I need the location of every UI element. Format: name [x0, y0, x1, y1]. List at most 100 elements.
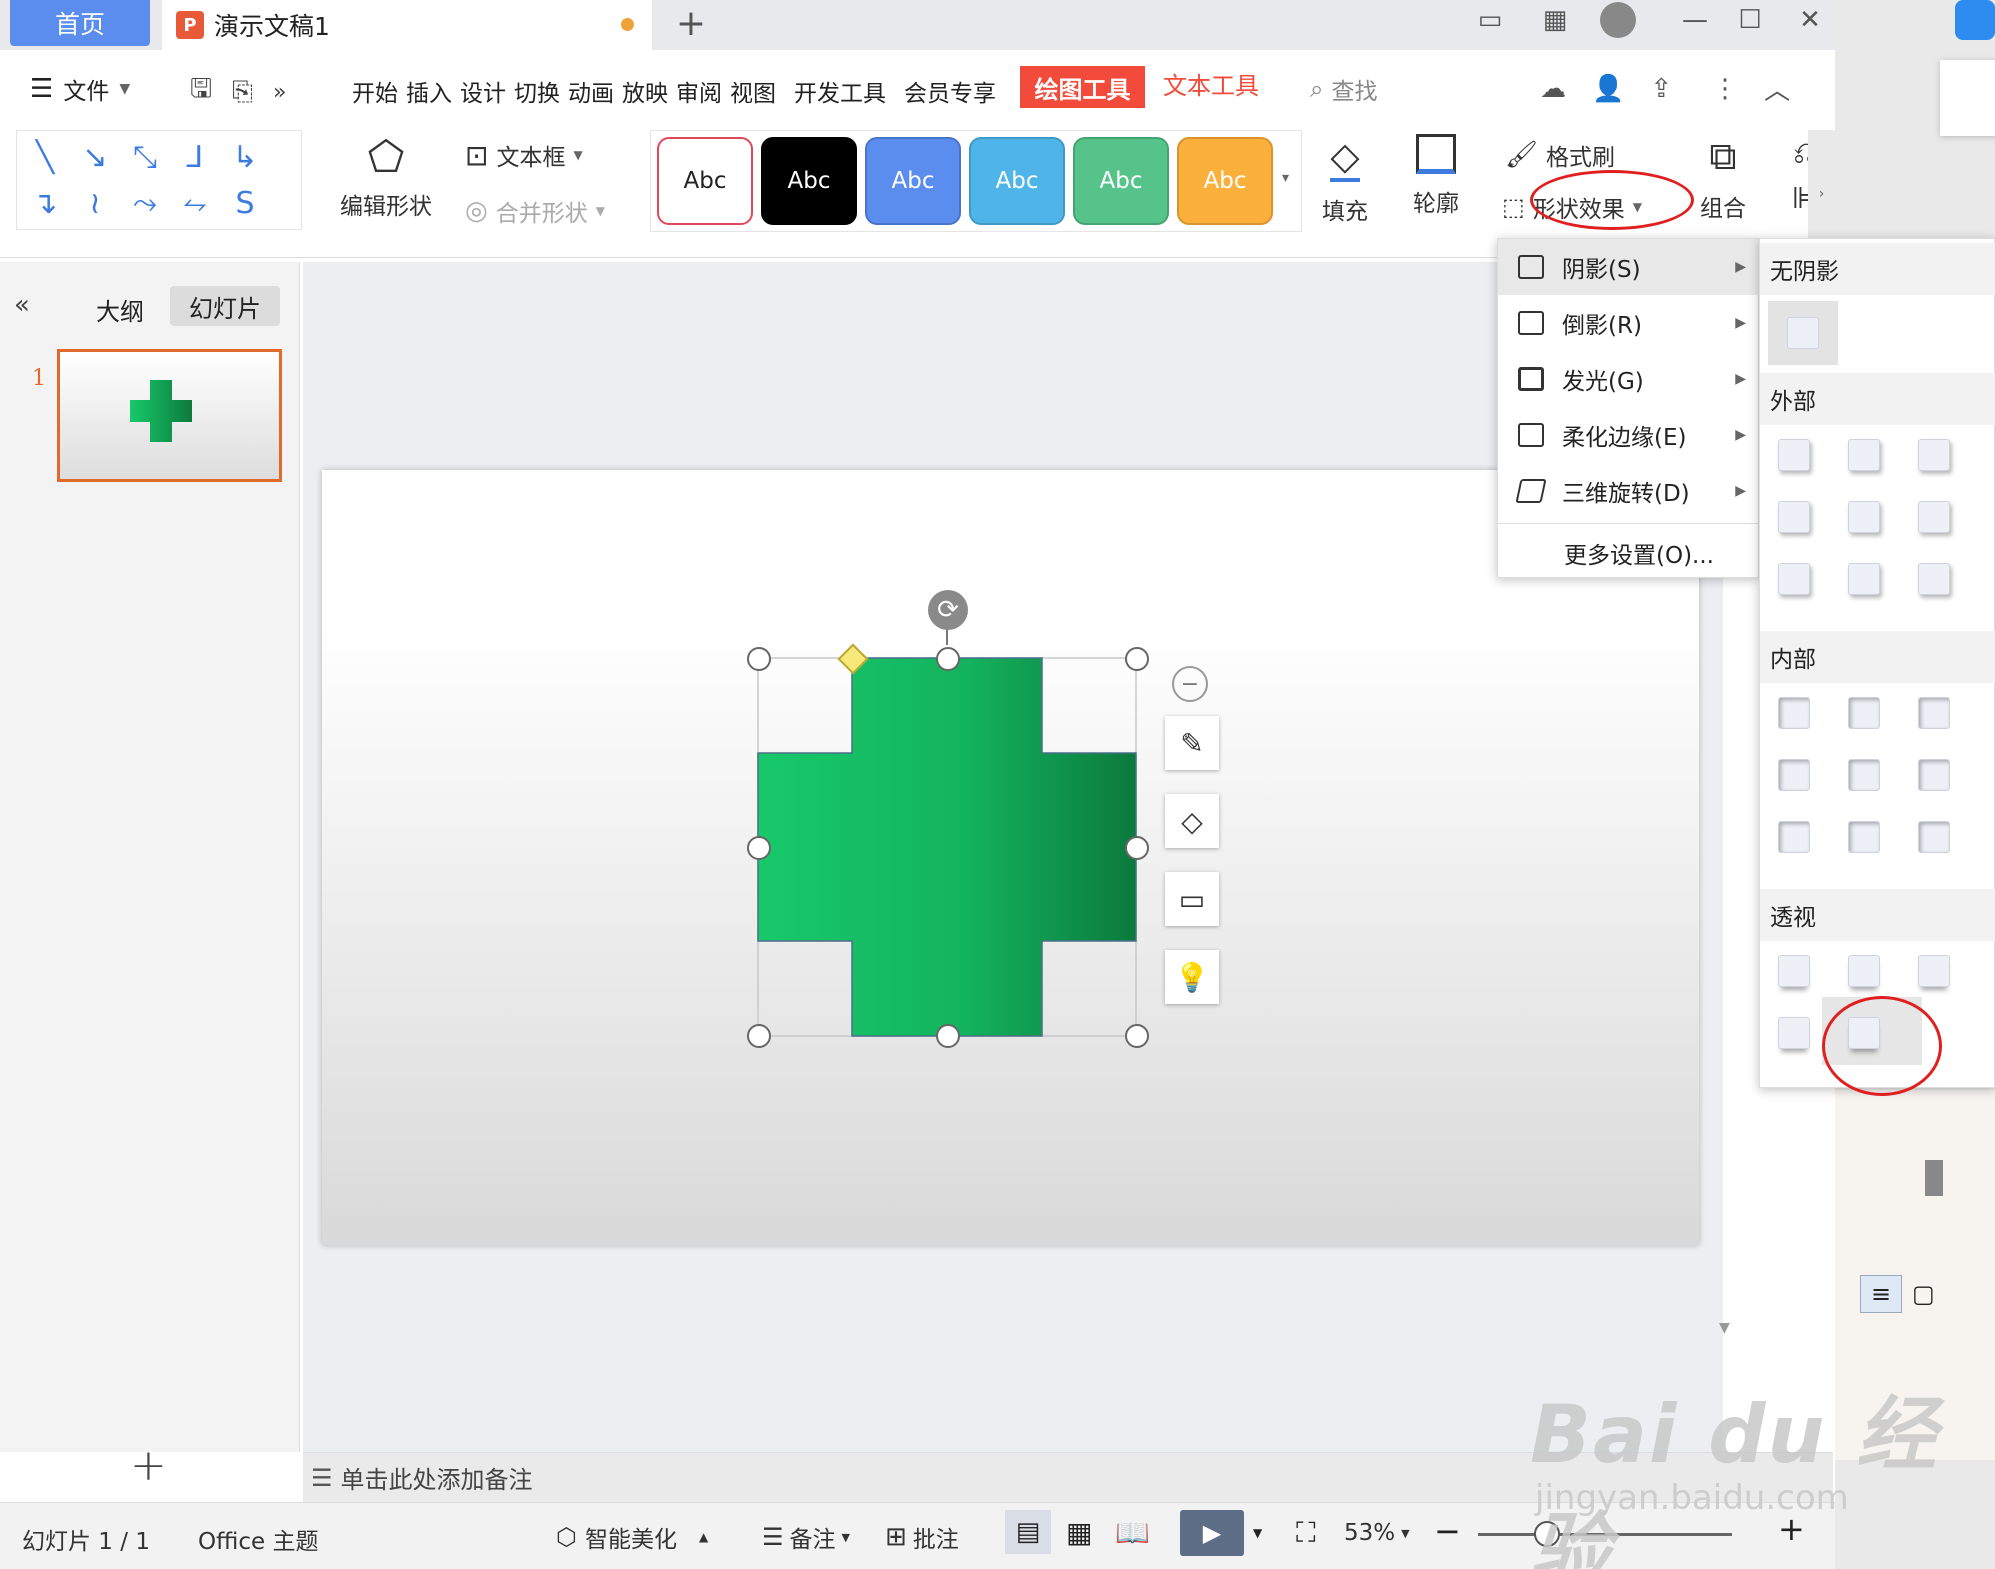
scroll-down-icon[interactable]: ▼	[1719, 1320, 1730, 1336]
line-icon[interactable]: ╲	[25, 137, 65, 177]
cloud-icon[interactable]: ☁	[1540, 74, 1566, 104]
comment-button[interactable]: ⊞ 批注	[885, 1520, 959, 1554]
play-options-chevron-icon[interactable]: ▼	[1253, 1526, 1262, 1540]
shadow-option[interactable]	[1848, 821, 1880, 853]
menu-item-glow[interactable]: 发光(G) ▶	[1498, 351, 1760, 407]
home-tab[interactable]: 首页	[10, 0, 150, 46]
slide-thumbnail[interactable]	[57, 349, 282, 482]
menu-review[interactable]: 审阅	[676, 74, 722, 108]
resize-handle-right[interactable]	[1125, 836, 1149, 860]
shape-style-sample[interactable]: Abc	[1073, 137, 1169, 225]
elbow-double-arrow-icon[interactable]: ↴	[25, 183, 65, 223]
collapse-panel-icon[interactable]: «	[14, 290, 30, 320]
shadow-option[interactable]	[1918, 759, 1950, 791]
more-chevron-icon[interactable]: »	[273, 80, 286, 105]
avatar[interactable]	[1600, 2, 1636, 38]
tab-text-tools[interactable]: 文本工具	[1163, 66, 1259, 101]
vertical-scrollbar[interactable]	[1710, 560, 1734, 1340]
share-icon[interactable]: ⇪	[1650, 74, 1672, 104]
sorter-view-icon[interactable]: ▦	[1066, 1516, 1092, 1549]
menu-item-reflection[interactable]: 倒影(R) ▶	[1498, 295, 1760, 351]
menu-animation[interactable]: 动画	[568, 74, 614, 108]
quick-idea-button[interactable]: 💡	[1165, 950, 1219, 1004]
double-arrow-line-icon[interactable]: ⤡	[125, 137, 165, 177]
shadow-option[interactable]	[1918, 955, 1950, 987]
menu-item-shadow[interactable]: 阴影(S) ▶	[1498, 239, 1760, 295]
menu-member[interactable]: 会员专享	[904, 74, 996, 108]
smart-beautify-button[interactable]: ⬡ 智能美化 ▲	[556, 1520, 708, 1554]
tab-outline[interactable]: 大纲	[96, 292, 144, 327]
export-icon[interactable]: ⎘	[232, 77, 253, 108]
share-user-icon[interactable]: 👤	[1592, 74, 1624, 104]
elbow-connector-icon[interactable]: ⅃	[175, 137, 215, 177]
minimize-icon[interactable]: —	[1675, 0, 1715, 40]
shadow-option[interactable]	[1918, 697, 1950, 729]
shadow-option[interactable]	[1778, 501, 1810, 533]
arrow-line-icon[interactable]: ↘	[75, 137, 115, 177]
outline-button[interactable]: 轮廓	[1413, 134, 1459, 218]
menu-design[interactable]: 设计	[460, 74, 506, 108]
format-painter-button[interactable]: 🖌 格式刷	[1505, 138, 1615, 172]
menu-home[interactable]: 开始	[352, 74, 398, 108]
collapse-ribbon-icon[interactable]: ︿	[1764, 70, 1790, 107]
zoom-out-icon[interactable]: −	[1434, 1512, 1461, 1550]
new-tab-button[interactable]: +	[670, 2, 712, 44]
shadow-option[interactable]	[1918, 563, 1950, 595]
rotate-handle-icon[interactable]: ⟳	[928, 590, 968, 630]
shadow-option[interactable]	[1918, 821, 1950, 853]
curve-arrow-icon[interactable]: ⤳	[125, 183, 165, 223]
resize-handle-bottom-left[interactable]	[747, 1024, 771, 1048]
edit-shape-button[interactable]: ⬠ 编辑形状	[326, 132, 446, 221]
shadow-option[interactable]	[1778, 821, 1810, 853]
curve-connector-icon[interactable]: ≀	[75, 183, 115, 223]
zoom-level[interactable]: 53% ▼	[1344, 1520, 1410, 1546]
menu-item-more-settings[interactable]: 更多设置(O)...	[1498, 525, 1760, 581]
menu-slideshow[interactable]: 放映	[622, 74, 668, 108]
shadow-option[interactable]	[1778, 1017, 1810, 1049]
close-icon[interactable]: ✕	[1790, 0, 1830, 40]
shadow-option[interactable]	[1848, 759, 1880, 791]
menu-insert[interactable]: 插入	[406, 74, 452, 108]
shadow-option[interactable]	[1778, 697, 1810, 729]
theme-name[interactable]: Office 主题	[198, 1522, 318, 1556]
add-slide-button[interactable]: +	[130, 1440, 167, 1491]
single-view-icon[interactable]: ▢	[1912, 1280, 1935, 1308]
shape-style-sample[interactable]: Abc	[865, 137, 961, 225]
group-button[interactable]: ⧉ 组合	[1700, 134, 1746, 223]
menu-item-3d-rotation[interactable]: 三维旋转(D) ▶	[1498, 463, 1760, 519]
collapse-float-toolbar-icon[interactable]: −	[1172, 666, 1208, 702]
file-menu[interactable]: ☰ 文件 ▼	[30, 72, 130, 106]
tab-slides[interactable]: 幻灯片	[170, 286, 280, 326]
quick-outline-button[interactable]: ▭	[1165, 872, 1219, 926]
normal-view-icon[interactable]: ▤	[1005, 1510, 1051, 1554]
shape-style-sample[interactable]: Abc	[969, 137, 1065, 225]
notes-button[interactable]: ☰ 备注 ▼	[762, 1520, 850, 1554]
shadow-option[interactable]	[1848, 563, 1880, 595]
merge-shapes-button[interactable]: ◎ 合并形状 ▼	[465, 194, 605, 228]
quick-style-button[interactable]: ✎	[1165, 716, 1219, 770]
shadow-option[interactable]	[1848, 697, 1880, 729]
play-slideshow-button[interactable]: ▶	[1180, 1510, 1244, 1556]
text-box-button[interactable]: ⊡ 文本框 ▼	[465, 138, 583, 172]
shadow-option[interactable]	[1778, 955, 1810, 987]
curve-double-arrow-icon[interactable]: ⥊	[175, 183, 215, 223]
quick-fill-button[interactable]: ◇	[1165, 794, 1219, 848]
shape-style-sample[interactable]: Abc	[1177, 137, 1273, 225]
menu-item-soft-edges[interactable]: 柔化边缘(E) ▶	[1498, 407, 1760, 463]
freeform-curve-icon[interactable]: S	[225, 183, 265, 223]
resize-handle-left[interactable]	[747, 836, 771, 860]
resize-handle-bottom-right[interactable]	[1125, 1024, 1149, 1048]
gallery-expand-icon[interactable]: ▾	[1282, 170, 1289, 186]
menu-developer[interactable]: 开发工具	[794, 74, 886, 108]
resize-handle-top[interactable]	[936, 647, 960, 671]
shape-style-sample[interactable]: Abc	[657, 137, 753, 225]
resize-handle-bottom[interactable]	[936, 1024, 960, 1048]
shape-style-sample[interactable]: Abc	[761, 137, 857, 225]
reading-view-icon[interactable]: 📖	[1115, 1516, 1150, 1549]
shadow-option[interactable]	[1918, 439, 1950, 471]
more-icon[interactable]: ⋮	[1712, 74, 1738, 104]
shadow-option[interactable]	[1918, 501, 1950, 533]
search-box[interactable]: ⌕ 查找	[1310, 72, 1377, 106]
fill-button[interactable]: ◇ 填充	[1322, 134, 1368, 226]
shadow-option[interactable]	[1848, 955, 1880, 987]
